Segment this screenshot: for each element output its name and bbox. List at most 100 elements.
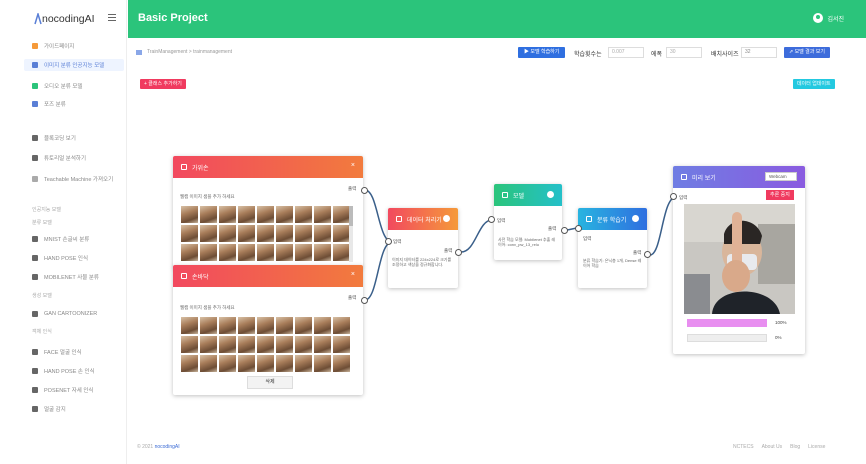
sidebar-item-13[interactable]: POSENET 자세 인식 [32, 384, 93, 396]
sample-thumbnail[interactable] [219, 336, 236, 353]
sample-thumbnail[interactable] [200, 244, 217, 261]
sample-thumbnail[interactable] [238, 355, 255, 372]
sample-thumbnail[interactable] [314, 355, 331, 372]
sample-thumbnail[interactable] [219, 244, 236, 261]
sample-thumbnail[interactable] [181, 317, 198, 334]
classifier-output-port[interactable] [644, 251, 651, 258]
sample-thumbnail[interactable] [181, 336, 198, 353]
sample-thumbnail[interactable] [295, 355, 312, 372]
sidebar-item-1[interactable]: 이미지 분류 인공지능 모델 [24, 59, 124, 71]
sample-thumbnail[interactable] [200, 336, 217, 353]
sample-thumbnail[interactable] [276, 317, 293, 334]
sidebar-item-3[interactable]: 포즈 분류 [32, 98, 66, 110]
sample-thumbnail[interactable] [295, 206, 312, 223]
delete-button[interactable]: 삭제 [247, 376, 293, 389]
sample-thumbnail[interactable] [295, 225, 312, 242]
sample-thumbnail[interactable] [314, 244, 331, 261]
sample-thumbnail[interactable] [276, 244, 293, 261]
preview-input-port[interactable] [670, 193, 677, 200]
sample-thumbnail[interactable] [238, 206, 255, 223]
sample-thumbnail[interactable] [181, 206, 198, 223]
sample-thumbnail[interactable] [257, 244, 274, 261]
sample-thumbnail[interactable] [200, 225, 217, 242]
classifier-input-port[interactable] [575, 225, 582, 232]
sidebar-item-5[interactable]: 튜토리얼 분석하기 [32, 152, 86, 164]
batch-size-select[interactable]: 32 [741, 47, 777, 58]
sidebar-item-4[interactable]: 블록코딩 보기 [32, 132, 76, 144]
sample-thumbnail[interactable] [333, 355, 350, 372]
sample-thumbnail[interactable] [181, 355, 198, 372]
sample-thumbnail[interactable] [314, 206, 331, 223]
footer-link[interactable]: NCTECS [733, 444, 754, 450]
sample-thumbnail[interactable] [200, 355, 217, 372]
sidebar-item-8[interactable]: HAND POSE 인식 [32, 252, 88, 264]
sample-thumbnail[interactable] [276, 225, 293, 242]
model-input-port[interactable] [488, 216, 495, 223]
train-model-button[interactable]: ▶ 모델 학습하기 [518, 47, 566, 58]
sample-thumbnail[interactable] [257, 206, 274, 223]
sidebar-item-0[interactable]: 가이드페이지 [32, 40, 74, 52]
sample-thumbnail[interactable] [257, 225, 274, 242]
sidebar-item-7[interactable]: MNIST 손글씨 분류 [32, 233, 89, 245]
add-class-button[interactable]: + 클래스 추가하기 [140, 79, 186, 89]
info-icon[interactable] [547, 191, 554, 198]
info-icon[interactable] [443, 215, 450, 222]
sample-thumbnail[interactable] [238, 244, 255, 261]
sample-thumbnail[interactable] [314, 336, 331, 353]
sample-thumbnail[interactable] [257, 317, 274, 334]
sample-thumbnail[interactable] [276, 355, 293, 372]
user-menu[interactable]: 김서진 [813, 13, 844, 23]
scrollbar[interactable] [349, 206, 353, 262]
sample-thumbnail[interactable] [238, 225, 255, 242]
preview-node-header[interactable]: 미리 보기 Webcam [673, 166, 805, 188]
sample-thumbnail[interactable] [333, 244, 350, 261]
sample-thumbnail[interactable] [314, 317, 331, 334]
hamburger-menu-icon[interactable] [108, 14, 116, 21]
sidebar-item-14[interactable]: 얼굴 감지 [32, 403, 66, 415]
sample-thumbnail[interactable] [276, 206, 293, 223]
sample-thumbnail[interactable] [219, 225, 236, 242]
sample-thumbnail[interactable] [295, 317, 312, 334]
epoch-input[interactable]: 30 [666, 47, 702, 58]
sample-thumbnail[interactable] [333, 225, 350, 242]
model-output-port[interactable] [561, 227, 568, 234]
footer-brand-link[interactable]: nocodingAI [155, 444, 180, 450]
sample-thumbnail[interactable] [333, 206, 350, 223]
sample-thumbnail[interactable] [219, 206, 236, 223]
sample-thumbnail[interactable] [257, 336, 274, 353]
model-node-header[interactable]: 모델 [494, 184, 562, 206]
sample-thumbnail[interactable] [314, 225, 331, 242]
sidebar-item-2[interactable]: 오디오 분류 모델 [32, 80, 82, 92]
sample-thumbnail[interactable] [200, 317, 217, 334]
sidebar-item-9[interactable]: MOBILENET 사물 분류 [32, 271, 99, 283]
class-node-2-output-port[interactable] [361, 297, 368, 304]
sample-thumbnail[interactable] [257, 355, 274, 372]
sidebar-item-12[interactable]: HAND POSE 손 인식 [32, 365, 95, 377]
source-select[interactable]: Webcam [765, 172, 797, 181]
sample-thumbnail[interactable] [238, 336, 255, 353]
sample-thumbnail[interactable] [200, 206, 217, 223]
class-node-1-header[interactable]: 가위손 × [173, 156, 363, 178]
home-icon[interactable] [136, 49, 142, 55]
class-node-2-header[interactable]: 손바닥 × [173, 265, 363, 287]
sample-thumbnail[interactable] [295, 336, 312, 353]
close-icon[interactable]: × [351, 271, 355, 278]
sidebar-item-11[interactable]: FACE 얼굴 인식 [32, 346, 82, 358]
footer-link[interactable]: About Us [762, 444, 783, 450]
sample-thumbnail[interactable] [181, 225, 198, 242]
sample-thumbnail[interactable] [295, 244, 312, 261]
sidebar-item-6[interactable]: Teachable Machine 가져오기 [32, 173, 113, 185]
view-result-button[interactable]: ⇗ 모델 결과 보기 [784, 47, 830, 58]
learning-rate-input[interactable]: 0.007 [608, 47, 644, 58]
brand[interactable]: nocodingAI [0, 0, 126, 38]
sidebar-item-10[interactable]: GAN CARTOONIZER [32, 308, 97, 320]
classifier-node-header[interactable]: 분류 학습기 [578, 208, 647, 230]
classifier-node[interactable]: 분류 학습기 [578, 208, 647, 288]
footer-link[interactable]: Blog [790, 444, 800, 450]
data-processor-input-port[interactable] [385, 238, 392, 245]
footer-link[interactable]: License [808, 444, 825, 450]
sample-thumbnail[interactable] [333, 336, 350, 353]
close-icon[interactable]: × [351, 162, 355, 169]
sample-thumbnail[interactable] [181, 244, 198, 261]
update-data-button[interactable]: 데이터 업데이트 [793, 79, 835, 89]
